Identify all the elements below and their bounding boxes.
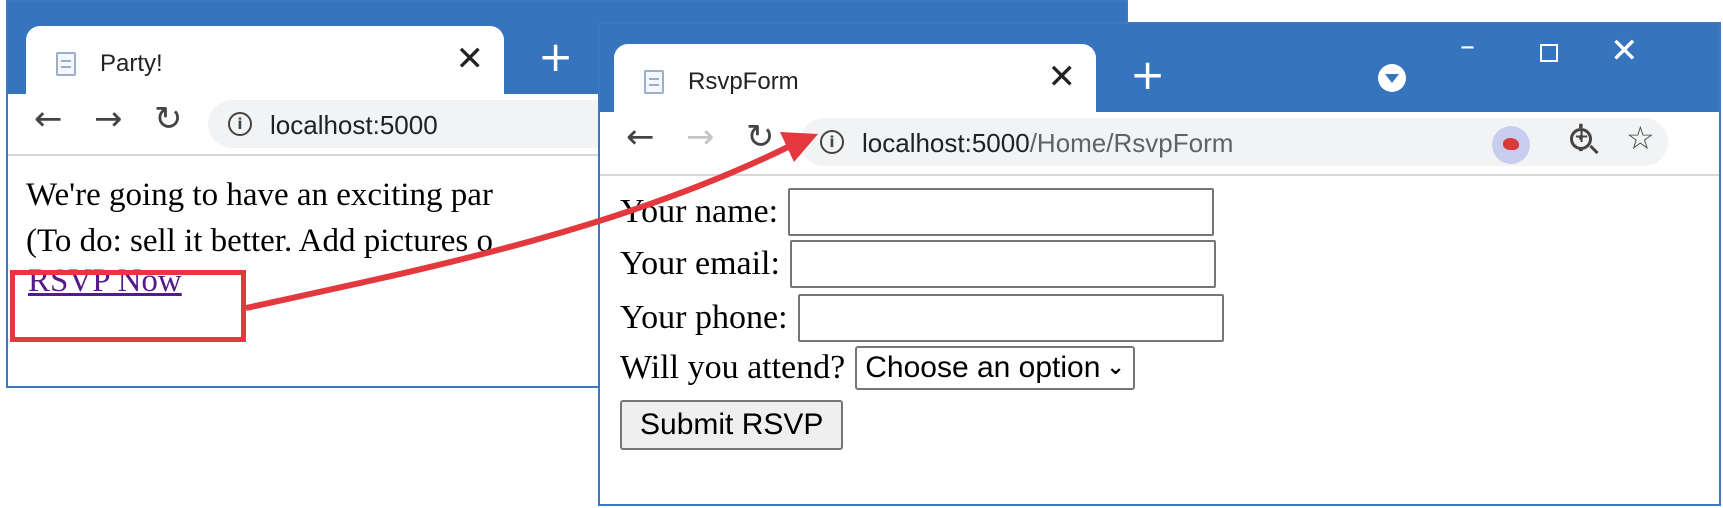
- attend-selected-value: Choose an option: [865, 351, 1101, 384]
- kebab-menu-icon[interactable]: ⋮: [1564, 120, 1598, 154]
- tab-party[interactable]: Party! ✕: [26, 26, 504, 94]
- url-host: localhost:5000: [862, 128, 1030, 158]
- address-bar[interactable]: i localhost:5000/Home/RsvpForm ☆: [800, 118, 1668, 166]
- browser-window-rsvpform: RsvpForm ✕ + – ✕ ← → ↻ i localhost:5000/…: [598, 22, 1721, 506]
- window-close-icon[interactable]: ✕: [1610, 34, 1639, 68]
- document-icon: [56, 52, 76, 76]
- tab-rsvpform[interactable]: RsvpForm ✕: [614, 44, 1096, 112]
- attend-row: Will you attend? Choose an option ⌄: [620, 346, 1135, 390]
- phone-field[interactable]: [797, 294, 1224, 342]
- highlight-box: [10, 270, 246, 342]
- arrow-right-icon[interactable]: →: [94, 102, 123, 136]
- email-field[interactable]: [789, 240, 1216, 288]
- party-description: We're going to have an exciting par (To …: [26, 172, 493, 264]
- name-label: Your name:: [620, 193, 779, 230]
- tab-strip: RsvpForm ✕ + – ✕: [600, 24, 1719, 112]
- profile-avatar[interactable]: [1492, 126, 1530, 164]
- arrow-left-icon[interactable]: ←: [626, 120, 655, 154]
- arrow-right-icon[interactable]: →: [686, 120, 715, 154]
- document-icon: [644, 70, 664, 94]
- attend-select[interactable]: Choose an option ⌄: [855, 346, 1135, 390]
- tab-search-icon[interactable]: [1378, 64, 1406, 92]
- url-path: /Home/RsvpForm: [1029, 128, 1234, 158]
- tab-title: Party!: [100, 50, 163, 77]
- close-icon[interactable]: ✕: [1048, 60, 1077, 94]
- star-icon[interactable]: ☆: [1626, 122, 1655, 154]
- info-icon[interactable]: i: [820, 130, 844, 154]
- email-row: Your email:: [620, 240, 1216, 288]
- description-line-1: We're going to have an exciting par: [26, 177, 493, 213]
- chevron-down-icon: ⌄: [1106, 355, 1125, 380]
- name-field[interactable]: [788, 188, 1215, 236]
- attend-label: Will you attend?: [620, 349, 846, 386]
- maximize-icon[interactable]: [1540, 44, 1558, 62]
- plus-icon[interactable]: +: [538, 36, 573, 78]
- minimize-icon[interactable]: –: [1460, 32, 1475, 62]
- page-content: Your name: Your email: Your phone: Will …: [600, 176, 1719, 504]
- url-text: localhost:5000: [270, 110, 438, 140]
- reload-icon[interactable]: ↻: [154, 102, 183, 136]
- close-icon[interactable]: ✕: [456, 42, 485, 76]
- info-icon[interactable]: i: [228, 112, 252, 136]
- email-label: Your email:: [620, 245, 780, 282]
- tab-title: RsvpForm: [688, 68, 799, 95]
- name-row: Your name:: [620, 188, 1215, 236]
- submit-rsvp-button[interactable]: Submit RSVP: [620, 400, 844, 450]
- browser-toolbar: ← → ↻ i localhost:5000/Home/RsvpForm ☆ ⋮: [600, 112, 1719, 176]
- reload-icon[interactable]: ↻: [746, 120, 775, 154]
- phone-row: Your phone:: [620, 294, 1224, 342]
- plus-icon[interactable]: +: [1130, 54, 1165, 96]
- url-text: localhost:5000/Home/RsvpForm: [862, 128, 1233, 159]
- arrow-left-icon[interactable]: ←: [34, 102, 63, 136]
- phone-label: Your phone:: [620, 299, 788, 336]
